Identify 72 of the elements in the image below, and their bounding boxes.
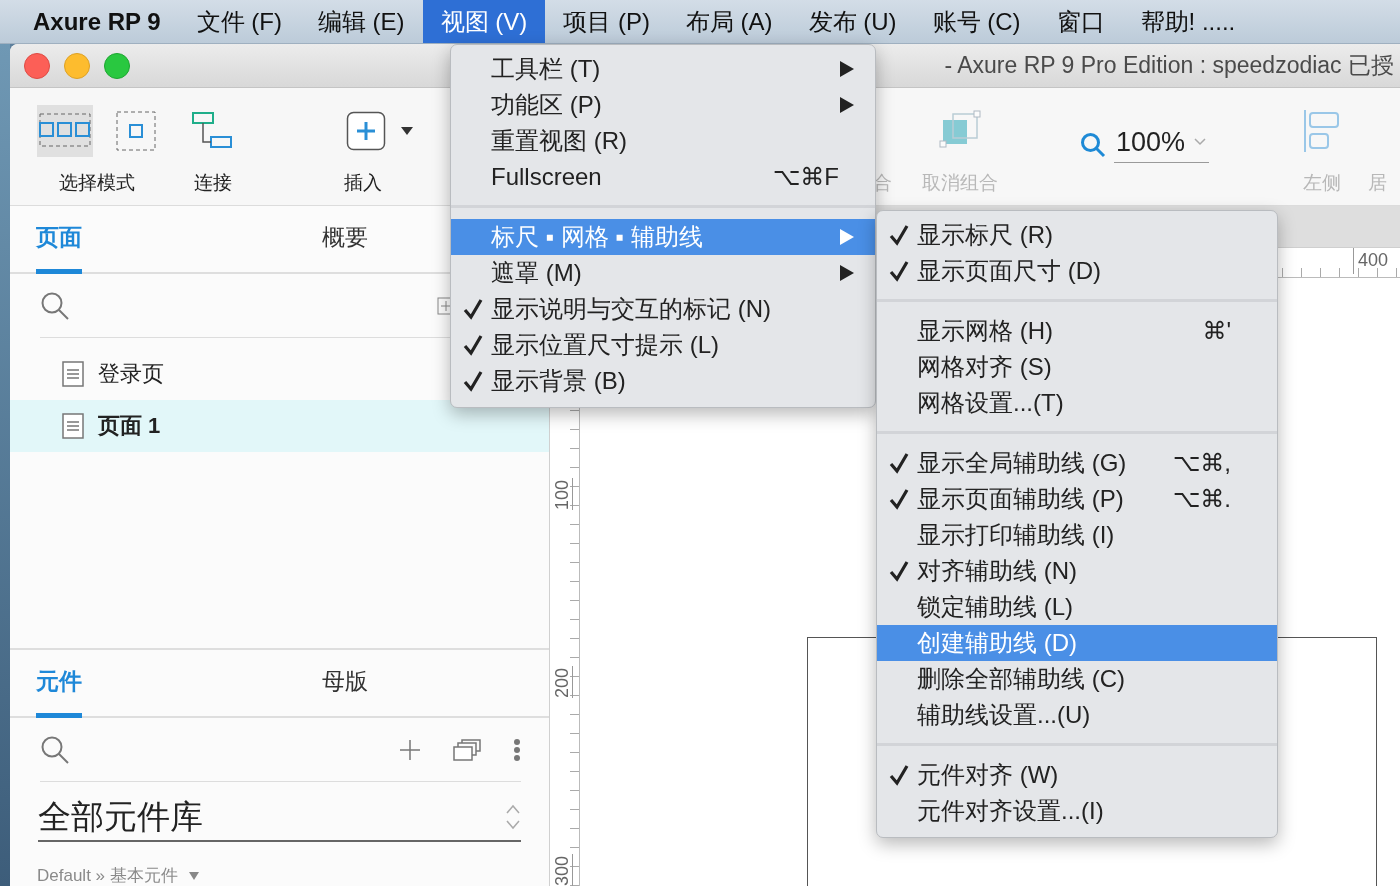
panel-tab[interactable]: 概要 — [322, 206, 368, 274]
menu-bar-item[interactable]: 文件 (F) — [178, 0, 300, 43]
page-icon — [62, 361, 84, 387]
search-icon — [1080, 131, 1106, 158]
align-left-icon — [1302, 109, 1342, 153]
menu-item[interactable]: Fullscreen ⌥⌘F — [451, 159, 875, 195]
panel-tab[interactable]: 母版 — [322, 650, 368, 718]
menu-item[interactable]: 网格设置...(T) — [877, 385, 1277, 421]
toolbar-button[interactable]: 插入 — [344, 170, 382, 196]
menu-item[interactable]: 显示说明与交互的标记 (N) — [451, 291, 875, 327]
stacked-windows-icon[interactable] — [453, 738, 481, 761]
menu-bar-item[interactable]: 发布 (U) — [790, 0, 915, 43]
insert-plus-icon — [346, 111, 386, 151]
up-down-chevron-icon — [505, 803, 521, 831]
window-title: - Axure RP 9 Pro Edition : speedzodiac 已授 — [944, 51, 1395, 80]
menu-item[interactable]: 网格对齐 (S) — [877, 349, 1277, 385]
menu-item[interactable]: 锁定辅助线 (L) — [877, 589, 1277, 625]
more-icon[interactable] — [513, 737, 521, 762]
ruler-label: 100 — [552, 478, 573, 510]
menu-bar-item[interactable]: 窗口 — [1038, 0, 1123, 43]
close-button[interactable] — [24, 52, 50, 79]
app-menu[interactable]: Axure RP 9 — [15, 0, 179, 43]
toolbar-button[interactable]: 选择模式 — [59, 170, 135, 196]
contain-selection-icon[interactable] — [115, 110, 157, 152]
menu-item[interactable]: 显示背景 (B) — [451, 363, 875, 399]
menu-item[interactable]: 显示页面辅助线 (P) ⌥⌘. — [877, 481, 1277, 517]
ruler-label: 200 — [552, 666, 573, 698]
submenu-arrow-icon — [839, 228, 855, 246]
menu-bar-item[interactable]: 账号 (C) — [914, 0, 1039, 43]
menu-item[interactable]: 重置视图 (R) — [451, 123, 875, 159]
zoom-button[interactable] — [104, 52, 130, 79]
search-icon — [40, 290, 70, 321]
submenu-arrow-icon — [839, 264, 855, 282]
connector-icon — [191, 111, 235, 151]
menu-bar-item[interactable]: 项目 (P) — [545, 0, 668, 43]
menu-item[interactable]: 显示网格 (H) ⌘' — [877, 313, 1277, 349]
chevron-down-icon — [1193, 137, 1208, 147]
page-name: 页面 1 — [98, 412, 161, 440]
menu-item[interactable]: 工具栏 (T) — [451, 51, 875, 87]
page-icon — [62, 413, 84, 439]
menu-item[interactable]: 元件对齐 (W) — [877, 757, 1277, 793]
caret-icon[interactable] — [400, 126, 414, 136]
submenu-arrow-icon — [839, 60, 855, 78]
menu-item[interactable]: 显示全局辅助线 (G) ⌥⌘, — [877, 445, 1277, 481]
menu-item[interactable]: 显示位置尺寸提示 (L) — [451, 327, 875, 363]
ruler-label: 300 — [552, 854, 573, 886]
ruler-label: 400 — [1352, 248, 1388, 274]
menu-bar-item[interactable]: 编辑 (E) — [299, 0, 423, 43]
menu-item[interactable]: 功能区 (P) — [451, 87, 875, 123]
menu-bar-item[interactable]: 帮助! ..... — [1122, 0, 1254, 43]
zoom-dropdown[interactable]: 100% — [1114, 126, 1210, 163]
minimize-button[interactable] — [64, 52, 90, 79]
menu-item[interactable]: 元件对齐设置...(I) — [877, 793, 1277, 829]
panel-tab[interactable]: 页面 — [36, 206, 82, 274]
search-icon — [40, 734, 70, 765]
menu-item[interactable]: 辅助线设置...(U) — [877, 697, 1277, 733]
selection-mode-icon[interactable] — [37, 105, 93, 157]
menu-item[interactable]: 删除全部辅助线 (C) — [877, 661, 1277, 697]
menu-item[interactable]: 遮罩 (M) — [451, 255, 875, 291]
library-dropdown[interactable]: 全部元件库 — [38, 794, 521, 842]
menu-item[interactable]: 显示打印辅助线 (I) — [877, 517, 1277, 553]
submenu-arrow-icon — [839, 96, 855, 114]
menu-item[interactable]: 显示标尺 (R) — [877, 217, 1277, 253]
menu-bar-item[interactable]: 视图 (V) — [422, 0, 546, 43]
add-icon[interactable] — [399, 738, 421, 761]
panel-tab[interactable]: 元件 — [36, 650, 82, 718]
page-item[interactable]: 页面 1 — [10, 400, 549, 452]
menu-bar-item[interactable]: 布局 (A) — [667, 0, 791, 43]
toolbar-button[interactable]: 连接 — [194, 170, 232, 196]
menu-item[interactable]: 对齐辅助线 (N) — [877, 553, 1277, 589]
menu-item[interactable]: 显示页面尺寸 (D) — [877, 253, 1277, 289]
page-name: 登录页 — [98, 360, 164, 388]
